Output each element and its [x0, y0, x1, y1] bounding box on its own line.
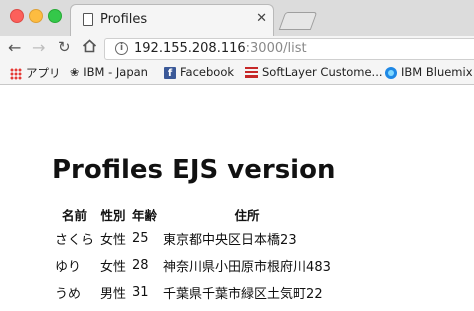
close-window-button[interactable] — [10, 9, 24, 23]
back-icon[interactable]: ← — [8, 38, 21, 57]
document-icon — [83, 13, 93, 26]
column-header-age: 年齢 — [132, 208, 158, 223]
facebook-icon: f — [164, 66, 176, 79]
url-path: :3000/list — [245, 41, 307, 56]
column-header-name: 名前 — [62, 208, 88, 223]
cell-gender: 女性 — [100, 260, 127, 275]
tab-title: Profiles — [100, 12, 148, 27]
cell-name: うめ — [55, 287, 82, 302]
cell-name: さくら — [55, 233, 95, 248]
address-bar[interactable]: i 192.155.208.116:3000/list — [104, 38, 474, 60]
minimize-window-button[interactable] — [29, 9, 43, 23]
page-title: Profiles EJS version — [52, 155, 336, 185]
maximize-window-button[interactable] — [48, 9, 62, 23]
ibm-icon: ❀ — [70, 66, 80, 79]
softlayer-icon — [245, 67, 258, 78]
column-header-gender: 性別 — [100, 208, 126, 223]
title-bar: Profiles ✕ — [0, 0, 474, 36]
close-tab-icon[interactable]: ✕ — [256, 11, 267, 26]
bookmark-ibm-japan[interactable]: ❀ IBM - Japan — [70, 65, 148, 79]
bookmark-label: IBM - Japan — [83, 65, 148, 79]
table-row: ゆり 女性 28 神奈川県小田原市根府川483 — [52, 252, 334, 279]
cell-gender: 男性 — [100, 287, 127, 302]
home-icon[interactable] — [82, 39, 97, 57]
url-host: 192.155.208.116 — [134, 41, 246, 56]
bookmark-label: SoftLayer Custome... — [262, 65, 383, 79]
bookmark-apps[interactable]: アプリ — [10, 65, 61, 81]
cell-address: 千葉県千葉市緑区土気町22 — [163, 287, 323, 302]
cell-address: 東京都中央区日本橋23 — [163, 233, 297, 248]
forward-icon[interactable]: → — [32, 38, 45, 57]
cell-age: 28 — [132, 258, 149, 273]
bookmark-label: Facebook — [180, 65, 235, 79]
url-text: 192.155.208.116:3000/list — [134, 41, 307, 56]
table-header-row: 名前 性別 年齢 住所 — [52, 204, 334, 225]
bookmark-softlayer[interactable]: SoftLayer Custome... — [245, 65, 383, 79]
bookmark-facebook[interactable]: f Facebook — [164, 65, 234, 79]
profiles-table: 名前 性別 年齢 住所 さくら 女性 25 東京都中央区日本橋23 ゆり 女性 … — [52, 204, 334, 306]
table-row: うめ 男性 31 千葉県千葉市緑区土気町22 — [52, 279, 334, 306]
table-row: さくら 女性 25 東京都中央区日本橋23 — [52, 225, 334, 252]
bookmark-label: IBM Bluemix - — [401, 65, 474, 79]
bookmark-bluemix[interactable]: IBM Bluemix - — [385, 65, 474, 79]
apps-icon — [10, 67, 22, 80]
cell-age: 31 — [132, 285, 149, 300]
info-icon[interactable]: i — [115, 42, 128, 55]
bookmark-label: アプリ — [26, 66, 61, 80]
bookmarks-bar: アプリ ❀ IBM - Japan f Facebook SoftLayer Cus… — [0, 62, 474, 85]
reload-icon[interactable]: ↻ — [58, 38, 71, 56]
browser-toolbar: ← → ↻ i 192.155.208.116:3000/list — [0, 36, 474, 62]
new-tab-button[interactable] — [278, 12, 318, 30]
bluemix-icon — [385, 66, 397, 79]
cell-age: 25 — [132, 231, 149, 246]
cell-address: 神奈川県小田原市根府川483 — [163, 260, 331, 275]
cell-gender: 女性 — [100, 233, 127, 248]
cell-name: ゆり — [55, 260, 82, 275]
column-header-address: 住所 — [234, 208, 260, 223]
tab-profiles[interactable]: Profiles ✕ — [70, 4, 274, 36]
